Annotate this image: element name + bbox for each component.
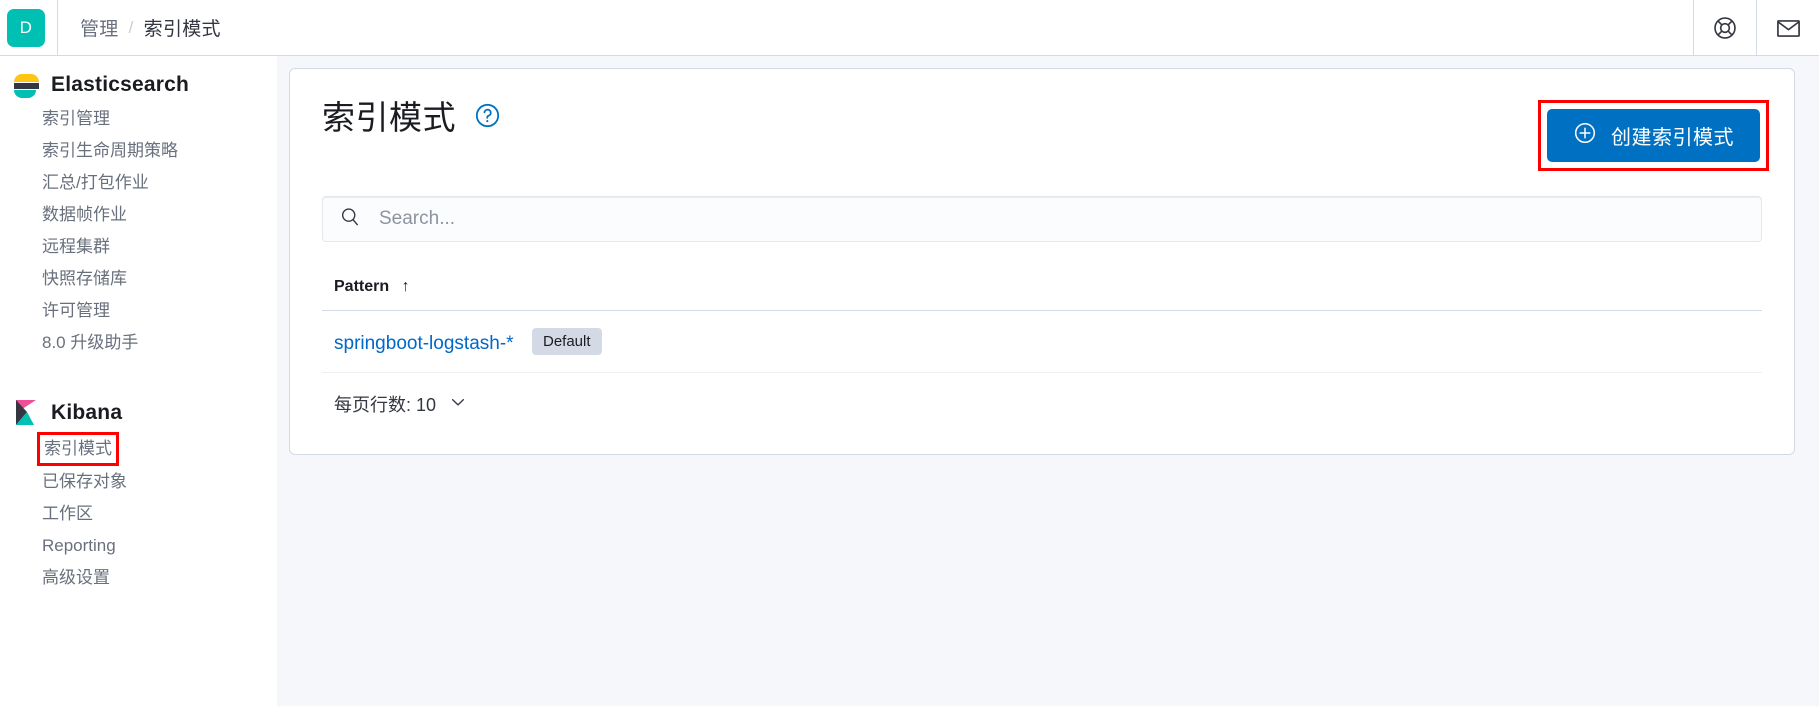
avatar-letter: D <box>19 17 33 37</box>
table-head: Pattern ↑ <box>322 272 1762 311</box>
sidebar-item-snapshot-repositories[interactable]: 快照存储库 <box>0 263 277 295</box>
table-cell-pattern: springboot-logstash-* Default <box>322 310 1762 373</box>
index-pattern-link[interactable]: springboot-logstash-* <box>334 333 514 354</box>
table-body: springboot-logstash-* Default <box>322 310 1762 373</box>
sidebar-group-spacer <box>0 367 277 393</box>
rows-per-page-label: 每页行数: 10 <box>334 395 437 415</box>
breadcrumb: 管理 / 索引模式 <box>80 14 221 41</box>
sidebar-item-transform-jobs[interactable]: 数据帧作业 <box>0 199 277 231</box>
app-root: D 管理 / 索引模式 Elasticsearch 索引管理 索引生命周期策略 … <box>0 0 1819 706</box>
search-icon <box>339 206 361 233</box>
table-row[interactable]: springboot-logstash-* Default <box>322 310 1762 373</box>
create-index-pattern-highlight: 创建索引模式 <box>1538 100 1769 171</box>
mail-envelope-icon[interactable] <box>1757 0 1819 56</box>
sidebar-item-index-management[interactable]: 索引管理 <box>0 103 277 135</box>
search-input[interactable] <box>377 207 1745 231</box>
panel-header: 索引模式 创建索引模式 <box>322 69 1769 171</box>
sidebar-group-kibana: Kibana 索引模式 已保存对象 工作区 Reporting 高级设置 <box>0 393 277 594</box>
status-badge: Default <box>532 328 602 355</box>
content-area: 索引模式 创建索引模式 Search... Pattern ↑ springbo… <box>277 56 1819 706</box>
sidebar-item-saved-objects[interactable]: 已保存对象 <box>0 466 277 498</box>
page-title: 索引模式 <box>322 99 456 136</box>
elasticsearch-logo-icon <box>14 72 39 98</box>
header-actions <box>1693 0 1819 56</box>
breadcrumb-item-management[interactable]: 管理 <box>80 14 119 41</box>
index-patterns-panel: 索引模式 创建索引模式 Search... Pattern ↑ springbo… <box>289 68 1795 455</box>
breadcrumb-item-index-patterns[interactable]: 索引模式 <box>144 14 221 41</box>
search-box[interactable] <box>322 196 1762 242</box>
arrow-up-icon: ↑ <box>401 278 410 295</box>
header-divider <box>57 0 58 56</box>
rows-per-page-selector[interactable]: 每页行数: 10 <box>322 391 468 417</box>
help-lifebuoy-icon[interactable] <box>1694 0 1756 56</box>
create-index-pattern-button[interactable]: 创建索引模式 <box>1547 109 1760 162</box>
sidebar-item-index-patterns[interactable]: 索引模式 <box>0 432 277 466</box>
sidebar-item-reporting[interactable]: Reporting <box>0 530 277 562</box>
sidebar-item-index-lifecycle-policies[interactable]: 索引生命周期策略 <box>0 135 277 167</box>
column-header-pattern-label: Pattern <box>334 278 390 295</box>
sidebar-item-license-management[interactable]: 许可管理 <box>0 295 277 327</box>
create-index-pattern-label: 创建索引模式 <box>1611 127 1734 149</box>
sidebar-item-rollup-jobs[interactable]: 汇总/打包作业 <box>0 167 277 199</box>
plus-in-circle-icon <box>1573 121 1597 151</box>
kibana-logo-icon <box>14 399 39 426</box>
sidebar-item-index-patterns-label[interactable]: 索引模式 <box>37 432 119 466</box>
breadcrumb-separator: / <box>128 17 134 37</box>
sidebar-nav: Elasticsearch 索引管理 索引生命周期策略 汇总/打包作业 数据帧作… <box>0 56 277 706</box>
column-header-pattern[interactable]: Pattern ↑ <box>322 272 1762 311</box>
chevron-down-icon <box>448 392 468 417</box>
sidebar-item-remote-clusters[interactable]: 远程集群 <box>0 231 277 263</box>
avatar[interactable]: D <box>7 8 45 47</box>
global-header: D 管理 / 索引模式 <box>0 0 1819 56</box>
index-patterns-table: Pattern ↑ springboot-logstash-* Default <box>322 272 1762 373</box>
sidebar-item-spaces[interactable]: 工作区 <box>0 498 277 530</box>
sidebar-group-title: Elasticsearch <box>51 72 190 96</box>
title-row: 索引模式 <box>322 99 501 137</box>
sidebar-group-header-kibana: Kibana <box>0 393 277 432</box>
sidebar-item-advanced-settings[interactable]: 高级设置 <box>0 562 277 594</box>
question-mark-circle-icon[interactable] <box>474 102 501 134</box>
sidebar-group-elasticsearch: Elasticsearch 索引管理 索引生命周期策略 汇总/打包作业 数据帧作… <box>0 66 277 359</box>
sidebar-item-upgrade-assistant[interactable]: 8.0 升级助手 <box>0 327 277 359</box>
sidebar-group-title: Kibana <box>51 400 123 424</box>
sidebar-group-header-elasticsearch: Elasticsearch <box>0 66 277 103</box>
table-header-row: Pattern ↑ <box>322 272 1762 311</box>
